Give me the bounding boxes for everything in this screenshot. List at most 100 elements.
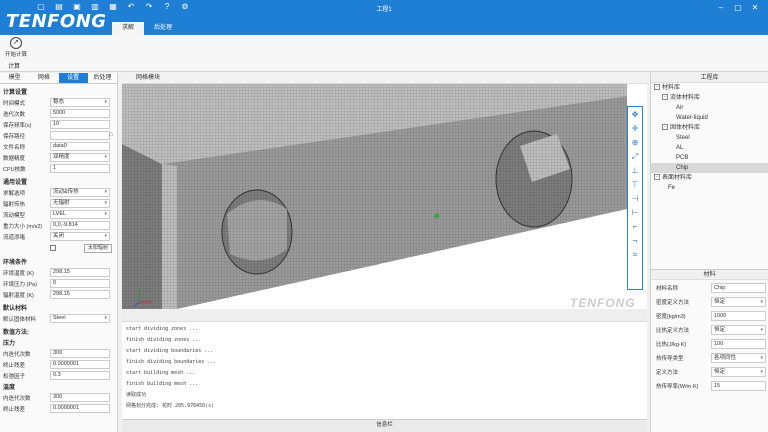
view-right-icon[interactable]: ⊢ xyxy=(629,207,641,219)
maximize-icon[interactable]: ▢ xyxy=(731,3,745,13)
field-label: 保存频率(s) xyxy=(3,122,32,129)
form-row: 保存频率(s) 10 xyxy=(0,119,117,130)
field-select[interactable]: 恒定 xyxy=(711,324,766,335)
field-input[interactable]: 100 xyxy=(711,338,766,349)
field-select[interactable]: Steel xyxy=(50,314,110,323)
tree-item-fe[interactable]: Fe xyxy=(651,183,768,193)
field-input[interactable]: 300 xyxy=(50,349,110,358)
tree-item-chip[interactable]: Chip xyxy=(651,163,768,173)
collapse-icon[interactable]: - xyxy=(662,94,668,101)
field-select[interactable]: 无辐射 xyxy=(50,199,110,208)
collapse-icon[interactable]: - xyxy=(654,84,660,91)
field-input[interactable]: data0 xyxy=(50,142,110,151)
field-label: 保存路径 xyxy=(3,133,26,140)
start-calc-button[interactable]: ➚ 开始计算 xyxy=(3,37,29,58)
material-tree: - 材料库 - 流体材料库 Air Water-liquid - 固体材料库 Stee… xyxy=(651,83,768,259)
mesh-module: 网格模块 TENFONG ✥ ✛ ⊕ ⤢ ⊥ ⊤ ⊣ ⊢ ⌐ ¬ ⌗ start… xyxy=(122,73,647,432)
field-input[interactable]: 0.0000001 xyxy=(50,404,110,413)
field-input[interactable]: 10 xyxy=(50,120,110,129)
tree-item-pcb[interactable]: PCB xyxy=(651,153,768,163)
field-label: 松弛因子 xyxy=(3,373,26,380)
field-label: 迭代次数 xyxy=(3,111,26,118)
field-input[interactable]: 15 xyxy=(711,380,766,391)
field-select[interactable]: 稳态 xyxy=(50,98,110,107)
field-input[interactable]: 0 xyxy=(50,279,110,288)
field-label: 辐射温度 (K) xyxy=(3,292,34,299)
tab-model[interactable]: 模型 xyxy=(0,73,29,83)
field-input[interactable]: 1 xyxy=(50,164,110,173)
tree-surface-group[interactable]: - 表面材料库 xyxy=(651,173,768,183)
form-row: 重力大小 (m/s2) 0,0,-9.814 xyxy=(0,220,117,231)
close-icon[interactable]: ✕ xyxy=(748,3,762,13)
log-line: start dividing boundaries ... xyxy=(126,348,214,354)
field-label: 重力大小 (m/s2) xyxy=(3,223,43,230)
tree-item-air[interactable]: Air xyxy=(651,103,768,113)
field-select[interactable]: 关闭 xyxy=(50,232,110,241)
field-input[interactable]: 1000 xyxy=(711,310,766,321)
minimize-icon[interactable]: – xyxy=(714,3,728,13)
field-input[interactable]: 298.15 xyxy=(50,268,110,277)
field-label: 流动模型 xyxy=(3,212,26,219)
field-input[interactable]: 0.3 xyxy=(50,371,110,380)
field-label: 内迭代次数 xyxy=(3,351,31,358)
tab-postprocess[interactable]: 后处理 xyxy=(144,22,182,35)
sun-radiation-row: 太阳辐射 xyxy=(0,242,117,254)
tab-mesh[interactable]: 网格 xyxy=(29,73,58,83)
field-select[interactable]: 流动&传热 xyxy=(50,188,110,197)
tree-item-water-liquid[interactable]: Water-liquid xyxy=(651,113,768,123)
field-input[interactable] xyxy=(50,131,110,140)
field-input[interactable]: 5000 xyxy=(50,109,110,118)
form-row: 热传导类型 各项同性 xyxy=(651,351,768,364)
pan-icon[interactable]: ✛ xyxy=(629,123,641,135)
log-title-bar: 信息栏 xyxy=(122,419,647,432)
tab-settings[interactable]: 设置 xyxy=(58,73,88,83)
field-label: 比热(J/kg·K) xyxy=(656,341,687,348)
view-back-icon[interactable]: ⊤ xyxy=(629,179,641,191)
field-input[interactable]: 0.0000001 xyxy=(50,360,110,369)
form-row: 迭代次数 5000 xyxy=(0,108,117,119)
mesh-model xyxy=(122,84,647,309)
tab-solve[interactable]: 求解 xyxy=(112,22,145,35)
field-input[interactable]: 300 xyxy=(50,393,110,402)
form-row: 比热(J/kg·K) 100 xyxy=(651,337,768,350)
form-row: 默认固体材料 Steel xyxy=(0,313,117,324)
rotate-icon[interactable]: ✥ xyxy=(629,109,641,121)
view-left-icon[interactable]: ⊣ xyxy=(629,193,641,205)
field-select[interactable]: 恒定 xyxy=(711,366,766,377)
form-row: 密度(kg/m3) 1000 xyxy=(651,309,768,322)
tree-root[interactable]: - 材料库 xyxy=(651,83,768,93)
tree-item-steel[interactable]: Steel xyxy=(651,133,768,143)
field-select[interactable]: LVEL xyxy=(50,210,110,219)
sun-radiation-checkbox[interactable] xyxy=(50,245,56,251)
section-environment: 环境条件 xyxy=(3,260,28,266)
view-top-icon[interactable]: ⌐ xyxy=(629,221,641,233)
fit-view-icon[interactable]: ⤢ xyxy=(629,151,641,163)
mesh-module-title: 网格模块 xyxy=(122,73,647,84)
field-input[interactable]: 0,0,-9.814 xyxy=(50,221,110,230)
field-label: CPU核数 xyxy=(3,166,26,173)
view-iso-icon[interactable]: ⌗ xyxy=(629,249,641,261)
field-select[interactable]: 双精度 xyxy=(50,153,110,162)
tree-item-al[interactable]: AL xyxy=(651,143,768,153)
field-label: 时间模式 xyxy=(3,100,26,107)
sun-radiation-button[interactable]: 太阳辐射 xyxy=(84,243,112,253)
mesh-viewport[interactable]: TENFONG ✥ ✛ ⊕ ⤢ ⊥ ⊤ ⊣ ⊢ ⌐ ¬ ⌗ xyxy=(122,84,647,309)
ribbon: ➚ 开始计算 计算 xyxy=(0,35,768,72)
field-select[interactable]: 恒定 xyxy=(711,296,766,307)
view-front-icon[interactable]: ⊥ xyxy=(629,165,641,177)
field-label: 终止残差 xyxy=(3,362,26,369)
collapse-icon[interactable]: - xyxy=(662,124,668,131)
folder-icon[interactable]: ⌂ xyxy=(109,131,113,138)
zoom-icon[interactable]: ⊕ xyxy=(629,137,641,149)
tree-fluid-group[interactable]: - 流体材料库 xyxy=(651,93,768,103)
left-tabs: 模型 网格 设置 后处理 xyxy=(0,73,117,84)
field-label: 终止残差 xyxy=(3,406,26,413)
tab-post[interactable]: 后处理 xyxy=(88,73,117,83)
view-bottom-icon[interactable]: ¬ xyxy=(629,235,641,247)
field-input[interactable]: 298.15 xyxy=(50,290,110,299)
field-label: 密度定义方法 xyxy=(656,299,690,306)
collapse-icon[interactable]: - xyxy=(654,174,660,181)
tree-solid-group[interactable]: - 固体材料库 xyxy=(651,123,768,133)
field-input[interactable]: Chip xyxy=(711,282,766,293)
field-select[interactable]: 各项同性 xyxy=(711,352,766,363)
